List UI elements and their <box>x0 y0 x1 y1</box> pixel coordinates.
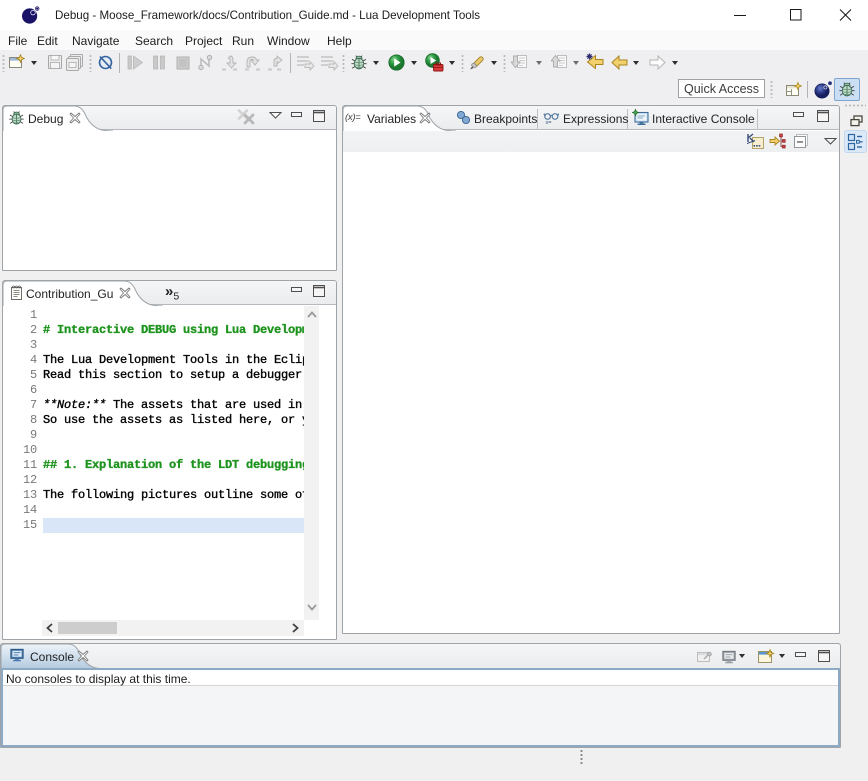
svg-text:x=: x= <box>546 120 552 126</box>
